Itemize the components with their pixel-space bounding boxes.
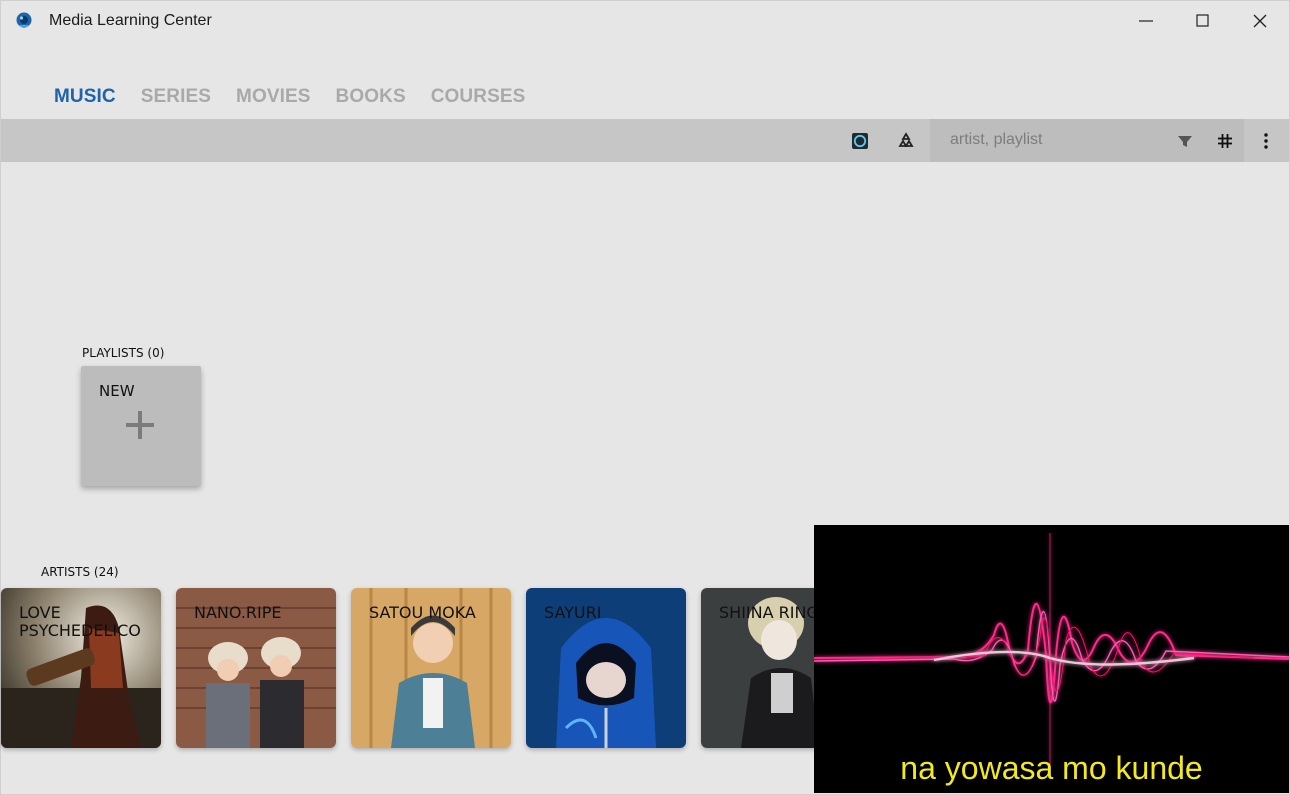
app-title: Media Learning Center	[49, 12, 212, 29]
hash-icon	[1218, 134, 1232, 148]
close-icon	[1253, 14, 1266, 28]
tab-books[interactable]: BOOKS	[336, 86, 406, 108]
more-options-button[interactable]	[1255, 130, 1277, 152]
plus-icon	[125, 410, 155, 440]
maximize-icon	[1195, 14, 1209, 27]
artists-label: ARTISTS (24)	[41, 565, 119, 579]
search-box	[930, 119, 1244, 162]
tab-series[interactable]: SERIES	[141, 86, 211, 108]
media-player[interactable]: na yowasa mo kunde	[814, 525, 1289, 793]
hash-button[interactable]	[1214, 130, 1236, 152]
tab-movies[interactable]: MOVIES	[236, 86, 311, 108]
playlists-label: PLAYLISTS (0)	[82, 346, 165, 360]
minimize-button[interactable]	[1117, 0, 1174, 42]
maximize-button[interactable]	[1174, 0, 1231, 42]
more-vert-icon	[1264, 133, 1268, 149]
search-input[interactable]	[950, 129, 1160, 151]
recycle-icon	[898, 132, 914, 147]
title-bar: Media Learning Center	[0, 0, 1290, 42]
new-playlist-label: NEW	[99, 382, 135, 400]
new-playlist-card[interactable]: NEW	[81, 366, 201, 486]
record-button[interactable]	[849, 130, 871, 152]
artist-card[interactable]: SATOU MOKA	[351, 588, 511, 748]
minimize-icon	[1138, 20, 1153, 22]
artist-name: NANO.RIPE	[194, 603, 282, 622]
filter-button[interactable]	[1174, 130, 1196, 152]
artist-name: SATOU MOKA	[369, 603, 476, 622]
app-logo-icon	[16, 12, 32, 28]
artist-card[interactable]: SAYURI	[526, 588, 686, 748]
toolbar	[1, 119, 1289, 162]
record-icon	[852, 133, 868, 149]
tab-courses[interactable]: COURSES	[431, 86, 526, 108]
tab-music[interactable]: MUSIC	[54, 86, 116, 108]
category-tabs: MUSIC SERIES MOVIES BOOKS COURSES	[54, 86, 550, 108]
lyrics-text: na yowasa mo kunde	[900, 750, 1203, 786]
recycle-button[interactable]	[895, 130, 917, 152]
artist-name: LOVE PSYCHEDELICO	[19, 603, 141, 640]
close-button[interactable]	[1231, 0, 1288, 42]
artist-card[interactable]: LOVE PSYCHEDELICO	[1, 588, 161, 748]
filter-icon	[1178, 136, 1192, 147]
artist-card[interactable]: NANO.RIPE	[176, 588, 336, 748]
artist-name: SAYURI	[544, 603, 602, 622]
